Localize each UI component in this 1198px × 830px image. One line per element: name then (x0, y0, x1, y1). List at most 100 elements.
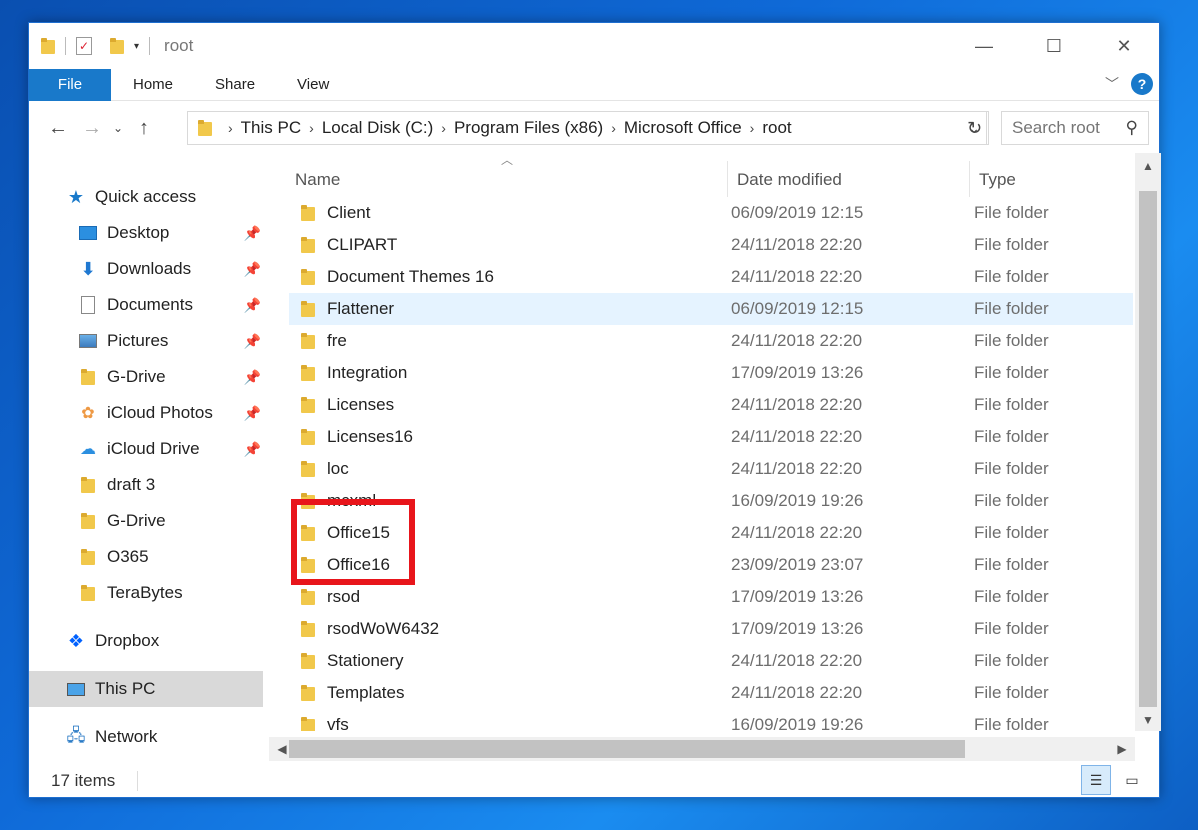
folder-icon (77, 582, 99, 604)
column-header-name[interactable]: Name (295, 165, 340, 195)
help-icon[interactable]: ? (1131, 73, 1153, 95)
tab-home[interactable]: Home (111, 69, 194, 101)
vertical-scroll-thumb[interactable] (1139, 191, 1157, 707)
sidebar-item-this-pc[interactable]: This PC (29, 671, 263, 707)
customize-toolbar-dropdown-icon[interactable]: ▾ (134, 41, 139, 52)
file-row[interactable]: mcxml 16/09/2019 19:26 File folder (289, 485, 1133, 517)
pin-icon[interactable]: 📌 (244, 225, 261, 242)
sort-ascending-icon: ︿ (501, 153, 514, 167)
pin-icon[interactable]: 📌 (244, 261, 261, 278)
expand-ribbon-chevron-icon[interactable]: ﹀ (1105, 74, 1119, 94)
sidebar-item-o365[interactable]: O365 (77, 539, 261, 575)
sidebar-item-draft-3[interactable]: draft 3 (77, 467, 261, 503)
file-date-modified: 24/11/2018 22:20 (731, 523, 863, 542)
sidebar-item-icloud-photos[interactable]: ✿ iCloud Photos 📌 (77, 395, 261, 431)
folder-icon (301, 653, 315, 669)
recent-locations-chevron-icon[interactable]: ⌄ (109, 121, 127, 135)
refresh-button[interactable]: ↻ (961, 111, 989, 145)
tab-view[interactable]: View (276, 69, 350, 101)
search-box[interactable]: ⚲ (1001, 111, 1149, 145)
sidebar-item-label: O365 (107, 547, 149, 566)
pin-icon[interactable]: 📌 (244, 369, 261, 386)
file-name: rsodWoW6432 (327, 619, 440, 638)
sidebar-item-downloads[interactable]: ⬇ Downloads 📌 (77, 251, 261, 287)
sidebar-item-quick-access[interactable]: ★ Quick access (65, 179, 265, 215)
pin-icon[interactable]: 📌 (244, 297, 261, 314)
file-row[interactable]: Flattener 06/09/2019 12:15 File folder (289, 293, 1133, 325)
minimize-button[interactable]: — (949, 23, 1019, 69)
file-row[interactable]: Licenses16 24/11/2018 22:20 File folder (289, 421, 1133, 453)
pin-icon[interactable]: 📌 (244, 405, 261, 422)
breadcrumb-separator[interactable]: › (228, 120, 233, 136)
pin-icon[interactable]: 📌 (244, 333, 261, 350)
sidebar-item-label: This PC (95, 679, 156, 698)
properties-icon[interactable]: ✓ (76, 37, 92, 55)
file-date-modified: 06/09/2019 12:15 (731, 203, 864, 222)
sidebar-item-pictures[interactable]: Pictures 📌 (77, 323, 261, 359)
breadcrumb-microsoft-office[interactable]: Microsoft Office (624, 118, 742, 138)
file-row[interactable]: rsodWoW6432 17/09/2019 13:26 File folder (289, 613, 1133, 645)
close-button[interactable]: ✕ (1089, 23, 1159, 69)
file-type: File folder (974, 459, 1049, 478)
sidebar-item-dropbox[interactable]: ❖ Dropbox (65, 623, 265, 659)
file-type: File folder (974, 491, 1049, 510)
scroll-down-arrow-icon[interactable]: ▼ (1135, 713, 1161, 727)
sidebar-item-desktop[interactable]: Desktop 📌 (77, 215, 261, 251)
sidebar-item-documents[interactable]: Documents 📌 (77, 287, 261, 323)
breadcrumb-this-pc[interactable]: This PC (241, 118, 301, 138)
column-divider[interactable] (727, 161, 728, 197)
sidebar-item-network[interactable]: 🖧 Network (65, 719, 265, 755)
file-row[interactable]: Templates 24/11/2018 22:20 File folder (289, 677, 1133, 709)
file-row[interactable]: Office15 24/11/2018 22:20 File folder (289, 517, 1133, 549)
file-name: Flattener (327, 299, 395, 318)
file-row[interactable]: Office16 23/09/2019 23:07 File folder (289, 549, 1133, 581)
sidebar-item-g-drive[interactable]: G-Drive 📌 (77, 359, 261, 395)
breadcrumb-root[interactable]: root (762, 118, 791, 138)
breadcrumb-program-files[interactable]: Program Files (x86) (454, 118, 603, 138)
horizontal-scrollbar[interactable]: ◀ ▶ (269, 737, 1135, 761)
file-row[interactable]: CLIPART 24/11/2018 22:20 File folder (289, 229, 1133, 261)
address-bar[interactable]: › This PC › Local Disk (C:) › Program Fi… (187, 111, 987, 145)
maximize-button[interactable]: ☐ (1019, 23, 1089, 69)
up-button[interactable]: ↑ (127, 117, 161, 140)
file-row[interactable]: Client 06/09/2019 12:15 File folder (289, 197, 1133, 229)
column-header-date-modified[interactable]: Date modified (737, 165, 842, 195)
file-date-modified: 24/11/2018 22:20 (731, 267, 863, 286)
search-icon[interactable]: ⚲ (1126, 118, 1138, 138)
column-divider[interactable] (969, 161, 970, 197)
sidebar-item-terabytes[interactable]: TeraBytes (77, 575, 261, 611)
horizontal-scroll-thumb[interactable] (289, 740, 965, 758)
file-row[interactable]: loc 24/11/2018 22:20 File folder (289, 453, 1133, 485)
column-header-type[interactable]: Type (979, 165, 1016, 195)
forward-button[interactable]: → (75, 117, 109, 140)
sidebar-item-icloud-drive[interactable]: ☁ iCloud Drive 📌 (77, 431, 261, 467)
breadcrumb-separator[interactable]: › (309, 120, 314, 136)
sidebar-item-g-drive-2[interactable]: G-Drive (77, 503, 261, 539)
breadcrumb-separator[interactable]: › (750, 120, 755, 136)
search-input[interactable] (1012, 118, 1112, 138)
new-folder-icon[interactable] (110, 38, 124, 54)
file-row[interactable]: Licenses 24/11/2018 22:20 File folder (289, 389, 1133, 421)
details-view-icon[interactable]: ☰ (1081, 765, 1111, 795)
back-button[interactable]: ← (41, 117, 75, 140)
tab-file[interactable]: File (29, 68, 111, 101)
file-row[interactable]: Stationery 24/11/2018 22:20 File folder (289, 645, 1133, 677)
breadcrumb-separator[interactable]: › (611, 120, 616, 136)
file-row[interactable]: Document Themes 16 24/11/2018 22:20 File f… (289, 261, 1133, 293)
file-type: File folder (974, 587, 1049, 606)
file-row[interactable]: vfs 16/09/2019 19:26 File folder (289, 709, 1133, 731)
scroll-right-arrow-icon[interactable]: ▶ (1109, 742, 1135, 756)
sidebar-item-label: Quick access (95, 187, 197, 206)
pin-icon[interactable]: 📌 (244, 441, 261, 458)
large-icons-view-icon[interactable]: ▭ (1117, 765, 1147, 795)
breadcrumb-separator[interactable]: › (441, 120, 446, 136)
star-icon: ★ (67, 186, 85, 207)
file-row[interactable]: rsod 17/09/2019 13:26 File folder (289, 581, 1133, 613)
tab-share[interactable]: Share (194, 69, 276, 101)
highlight-annotation (291, 499, 415, 585)
vertical-scrollbar[interactable]: ▲ ▼ (1135, 153, 1161, 731)
breadcrumb-local-disk[interactable]: Local Disk (C:) (322, 118, 433, 138)
scroll-up-arrow-icon[interactable]: ▲ (1135, 159, 1161, 173)
file-row[interactable]: fre 24/11/2018 22:20 File folder (289, 325, 1133, 357)
file-row[interactable]: Integration 17/09/2019 13:26 File folder (289, 357, 1133, 389)
